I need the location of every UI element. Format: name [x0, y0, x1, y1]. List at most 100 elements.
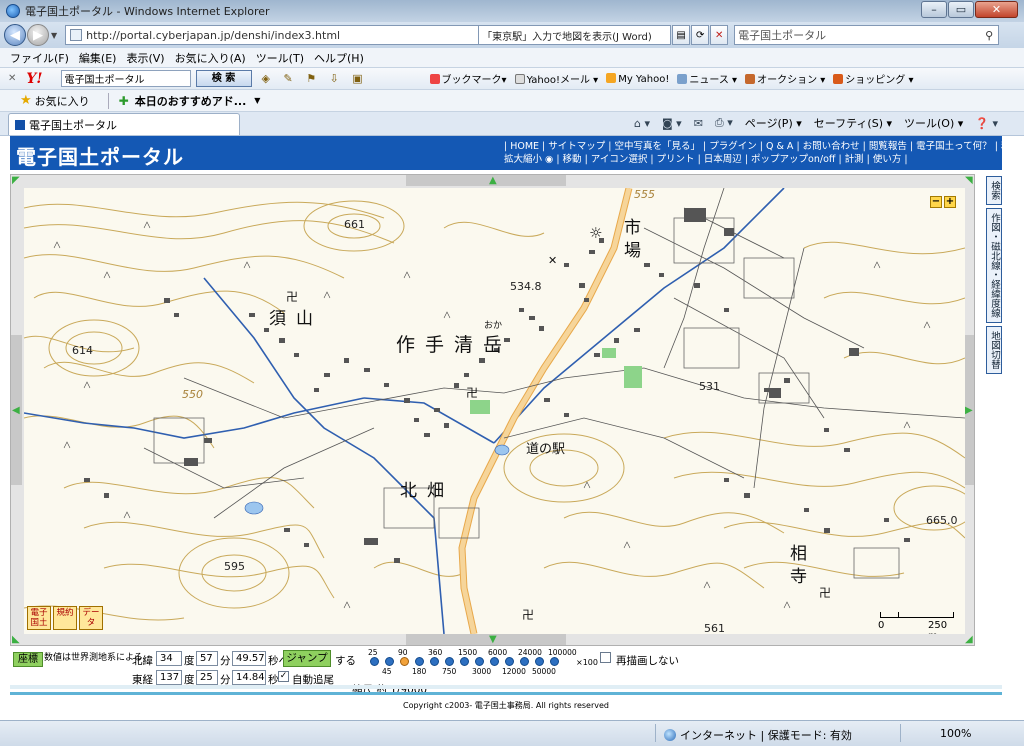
compat-view-icon[interactable]: ▤	[672, 25, 691, 45]
auction-link[interactable]: オークション ▾	[745, 71, 825, 86]
toolbar-tools-icon[interactable]: ◈ ✎ ⚑ ⇩ ▣	[262, 72, 422, 85]
lat-label: 北緯	[132, 655, 153, 667]
home-icon[interactable]: ⌂ ▾	[634, 117, 650, 130]
stop-icon[interactable]: ✕	[710, 25, 729, 45]
maximize-button[interactable]: ▭	[948, 1, 974, 18]
safety-menu[interactable]: セーフティ(S) ▾	[814, 115, 892, 131]
page-menu[interactable]: ページ(P) ▾	[745, 115, 802, 131]
map-scroll-bottom[interactable]	[406, 634, 566, 645]
pan-down-icon[interactable]: ▼	[489, 635, 497, 645]
pan-right-icon[interactable]: ▶	[965, 406, 973, 416]
feeds-icon[interactable]: ◙ ▾	[662, 117, 682, 130]
favorites-button[interactable]: お気に入り	[35, 93, 90, 109]
yahoo-mail-link[interactable]: Yahoo!メール ▾	[514, 71, 598, 86]
data-button[interactable]: データ	[79, 606, 103, 630]
menu-tools[interactable]: ツール(T)	[256, 50, 304, 66]
auto-follow-checkbox[interactable]: ✓	[278, 671, 289, 682]
lon-sec-input[interactable]: 14.84	[232, 670, 266, 685]
denshi-kokudo-button[interactable]: 電子国土	[27, 606, 51, 630]
favorites-star-icon[interactable]: ★	[20, 93, 32, 108]
site-links-row2[interactable]: 拡大縮小 ◉ | 移動 | アイコン選択 | プリント | 日本周辺 | ポップ…	[504, 153, 1004, 166]
tools-menu[interactable]: ツール(O) ▾	[904, 115, 963, 131]
site-links: | HOME | サイトマップ | 空中写真を「見る」 | プラグイン | Q …	[504, 140, 1024, 166]
menu-file[interactable]: ファイル(F)	[10, 50, 69, 66]
shopping-label: ショッピング ▾	[845, 75, 914, 86]
refresh-icon[interactable]: ⟳	[691, 25, 710, 45]
jump-button[interactable]: ジャンプ	[283, 650, 331, 667]
help-icon[interactable]: ❓ ▾	[975, 117, 998, 130]
lat-sec-input[interactable]: 49.57	[232, 651, 266, 666]
page-content: 電子国土ポータル | HOME | サイトマップ | 空中写真を「見る」 | プ…	[0, 136, 1024, 720]
pan-downleft-icon[interactable]: ◣	[12, 635, 20, 645]
yahoo-search-button[interactable]: 検 索	[195, 70, 252, 87]
zoom-level[interactable]: 100%	[940, 727, 971, 740]
history-dropdown-icon[interactable]: ▼	[51, 31, 57, 40]
bookmark-link[interactable]: ブックマーク▾	[429, 71, 507, 86]
scale-step-dot[interactable]	[415, 657, 424, 666]
scale-step-dot[interactable]	[505, 657, 514, 666]
tab-search[interactable]: 検索	[986, 176, 1002, 205]
address-field[interactable]: http://portal.cyberjapan.jp/denshi/index…	[65, 25, 480, 45]
lon-deg-input[interactable]: 137	[156, 670, 182, 685]
print-icon[interactable]: ⎙ ▾	[715, 116, 733, 130]
menu-favorites[interactable]: お気に入り(A)	[175, 50, 246, 66]
scale-step-dot[interactable]	[520, 657, 529, 666]
scale-step-dot[interactable]	[430, 657, 439, 666]
search-icon[interactable]: ⚲	[980, 29, 998, 42]
my-yahoo-link[interactable]: My Yahoo!	[606, 72, 669, 85]
scale-step-dot[interactable]	[445, 657, 454, 666]
scale-step-dot[interactable]	[460, 657, 469, 666]
scale-step-dot[interactable]	[370, 657, 379, 666]
scale-step-dot[interactable]	[535, 657, 544, 666]
menu-help[interactable]: ヘルプ(H)	[314, 50, 364, 66]
back-icon[interactable]: ◀	[4, 24, 26, 46]
zoom-out-button[interactable]: −	[930, 196, 942, 208]
pan-upright-icon[interactable]: ◥	[965, 176, 973, 186]
lon-min-input[interactable]: 25	[196, 670, 218, 685]
close-button[interactable]: ✕	[975, 1, 1018, 18]
scale-step-dot[interactable]	[475, 657, 484, 666]
tab-drawing[interactable]: 作図・磁北線・経緯度線	[986, 208, 1002, 323]
lat-min-input[interactable]: 57	[196, 651, 218, 666]
tab-portal[interactable]: 電子国土ポータル	[8, 113, 240, 135]
yahoo-logo-icon[interactable]: Y!	[26, 71, 42, 87]
zoom-in-button[interactable]: +	[944, 196, 956, 208]
chevron-down-icon[interactable]: ▼	[254, 96, 260, 105]
jword-search-hint[interactable]: 「東京駅」入力で地図を表示(J Word)	[479, 25, 672, 45]
news-link[interactable]: ニュース ▾	[677, 71, 737, 86]
site-logo[interactable]: 電子国土ポータル	[16, 141, 184, 170]
factory-icon: ☼	[589, 224, 603, 242]
lat-deg-input[interactable]: 34	[156, 651, 182, 666]
menu-view[interactable]: 表示(V)	[126, 50, 164, 66]
scale-step-dot[interactable]	[385, 657, 394, 666]
coordinate-button[interactable]: 座標	[13, 652, 43, 667]
pan-downright-icon[interactable]: ◢	[965, 635, 973, 645]
add-favorite-icon[interactable]: ✚	[119, 94, 129, 108]
topographic-map[interactable]: 作手清岳 市場 須山 北畑 相寺 道の駅 おか 661 614 534.8 53…	[24, 188, 965, 634]
kiyaku-button[interactable]: 規約	[53, 606, 77, 630]
menu-edit[interactable]: 編集(E)	[79, 50, 117, 66]
toolbar-close-icon[interactable]: ✕	[8, 73, 16, 84]
tab-map-switch[interactable]: 地図切替	[986, 325, 1002, 374]
scale-step-dot[interactable]	[550, 657, 559, 666]
scale-step-dot[interactable]	[490, 657, 499, 666]
live-search-field[interactable]: 電子国土ポータル ⚲	[734, 25, 1000, 45]
address-url[interactable]: http://portal.cyberjapan.jp/denshi/index…	[86, 29, 478, 42]
yahoo-search-input[interactable]: 電子国土ポータル	[60, 70, 191, 87]
security-zone[interactable]: インターネット | 保護モード: 有効	[664, 727, 852, 743]
shopping-link[interactable]: ショッピング ▾	[833, 71, 913, 86]
no-redraw-label: 再描画しない	[616, 655, 679, 667]
forward-icon[interactable]: ▶	[27, 24, 49, 46]
live-search-value[interactable]: 電子国土ポータル	[738, 27, 980, 43]
minimize-button[interactable]: –	[921, 1, 947, 18]
no-redraw-checkbox[interactable]	[600, 652, 611, 663]
recommended-site-link[interactable]: 本日のおすすめアド...	[135, 93, 247, 109]
scale-value-top: 25	[368, 648, 378, 657]
pan-upleft-icon[interactable]: ◤	[12, 176, 20, 186]
pan-left-icon[interactable]: ◀	[12, 406, 20, 416]
mail-icon[interactable]: ✉	[694, 117, 703, 130]
scale-step-dot[interactable]	[400, 657, 409, 666]
site-links-row1[interactable]: | HOME | サイトマップ | 空中写真を「見る」 | プラグイン | Q …	[504, 140, 1024, 153]
pan-up-icon[interactable]: ▲	[489, 176, 497, 186]
map-scroll-top[interactable]	[406, 175, 566, 186]
